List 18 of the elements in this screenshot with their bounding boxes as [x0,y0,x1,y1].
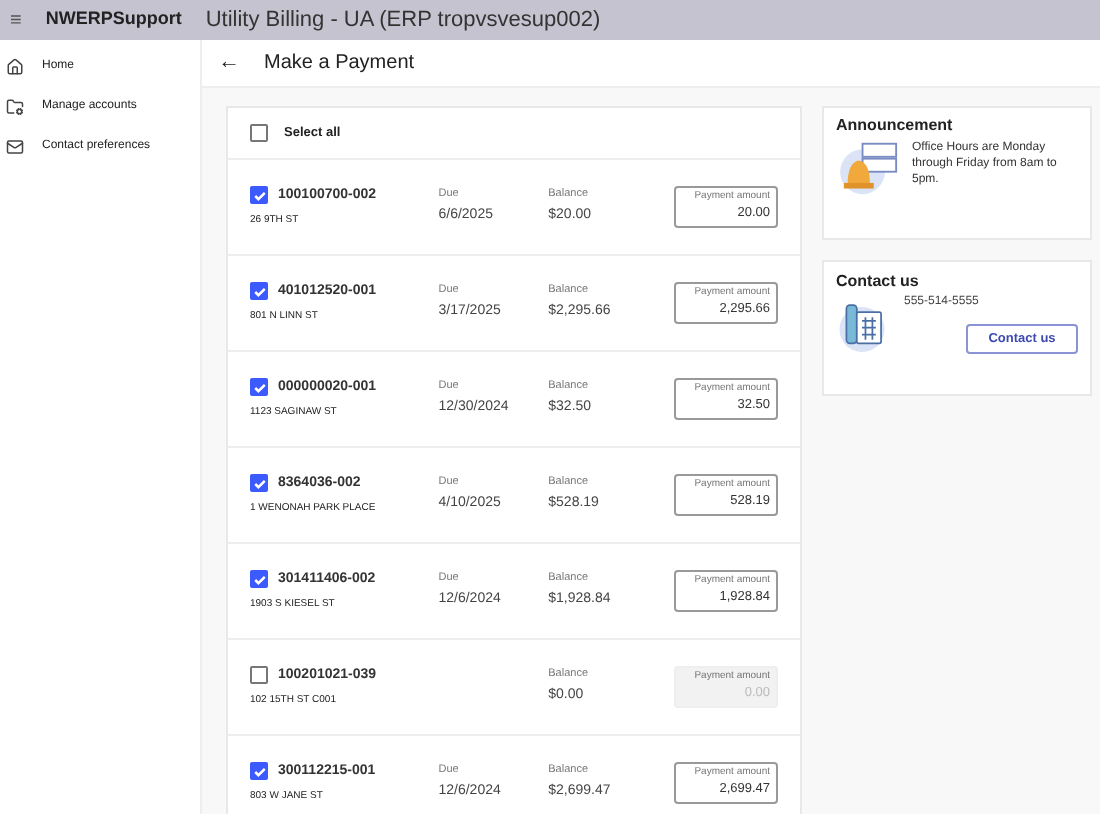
checkbox[interactable] [250,282,268,301]
envelope-icon [6,138,24,156]
telephone-icon [836,298,888,354]
checkbox[interactable] [250,570,268,589]
checkbox[interactable] [250,124,268,142]
folder-gear-icon [6,98,24,116]
checkbox[interactable] [250,762,268,781]
checkbox[interactable] [250,186,268,205]
app-name: NWERPSupport [45,6,182,33]
menu-icon[interactable]: ≡ [10,5,22,35]
back-button[interactable]: ← [218,46,240,80]
window-title: Utility Billing - UA (ERP tropvsvesup002) [205,5,601,36]
checkbox[interactable] [250,378,268,397]
page-title: Make a Payment [264,50,415,78]
announcement-title: Announcement [836,114,955,138]
home-icon [6,58,24,76]
checkbox[interactable] [250,474,268,493]
contact-title: Contact us [836,270,921,294]
